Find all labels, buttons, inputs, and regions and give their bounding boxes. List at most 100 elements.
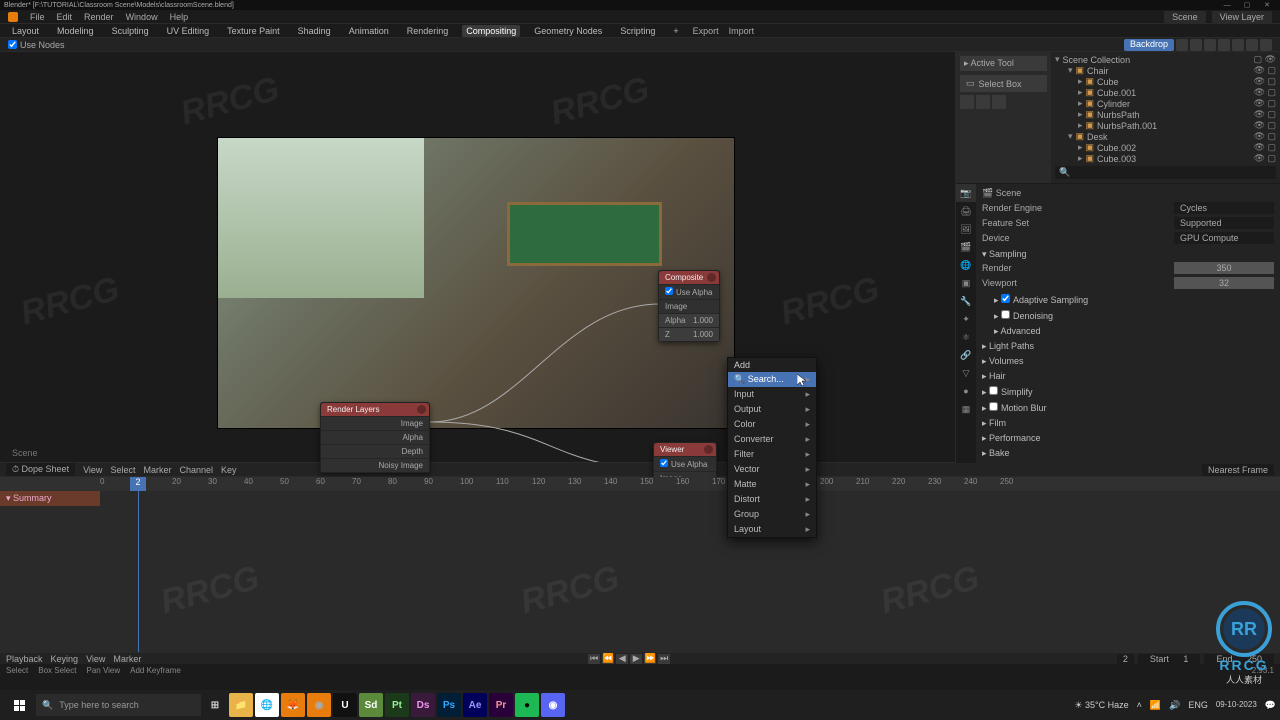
outliner-item[interactable]: ▾▣ Chair👁 ▢ [1051,65,1280,76]
app-spotify[interactable]: ● [515,693,539,717]
mini-icon-3[interactable] [992,95,1006,109]
tab-render[interactable]: 📷 [956,184,976,202]
mini-icon-2[interactable] [976,95,990,109]
node-collapse-icon[interactable] [704,445,713,454]
hdr-icon-5[interactable] [1232,39,1244,51]
prop-section[interactable]: ▸ Denoising [982,308,1274,324]
play-rev-button[interactable]: ◀ [616,654,628,664]
outliner-item[interactable]: ▸▣ Cylinder👁 ▢ [1051,98,1280,109]
add-color[interactable]: Color▸ [728,417,816,432]
prop-section[interactable]: ▸ Volumes [982,354,1274,369]
ws-compositing[interactable]: Compositing [462,25,520,37]
tag-export[interactable]: Export [693,26,719,36]
prop-section[interactable]: ▸ Simplify [982,384,1274,400]
app-unreal[interactable]: U [333,693,357,717]
scene-selector[interactable]: Scene [1164,11,1206,23]
node-composite[interactable]: Composite Use Alpha Image Alpha1.000 Z1.… [658,270,720,342]
ds-view[interactable]: View [83,465,102,475]
tray-wifi-icon[interactable]: 📶 [1150,700,1161,711]
timeline-ruler[interactable]: 0102030405060708090100110120130140150160… [0,477,1280,491]
prev-key-button[interactable]: ⏪ [602,654,614,664]
hdr-icon-2[interactable] [1190,39,1202,51]
node-editor[interactable]: RRCG RRCG RRCG RRCG 人人素材 Render Layers I… [0,52,955,462]
outliner-item[interactable]: ▸▣ Cube.001👁 ▢ [1051,87,1280,98]
outliner-item[interactable]: ▸▣ NurbsPath👁 ▢ [1051,109,1280,120]
socket-image[interactable]: Image [665,302,687,311]
use-nodes-checkbox[interactable] [8,40,17,49]
tray-lang[interactable]: ENG [1188,700,1208,710]
sampling-section[interactable]: Sampling [989,249,1027,259]
render-samples-input[interactable]: 350 [1174,262,1274,274]
current-frame-input[interactable]: 2 [1117,654,1134,664]
backdrop-toggle[interactable]: Backdrop [1124,39,1174,51]
ws-geonodes[interactable]: Geometry Nodes [530,25,606,37]
prop-section[interactable]: ▸ Performance [982,431,1274,446]
hdr-icon-7[interactable] [1260,39,1272,51]
device-select[interactable]: GPU Compute [1174,232,1274,244]
tray-weather[interactable]: ☀ 35°C Haze [1074,700,1128,711]
outliner-item[interactable]: ▸▣ Cube.003👁 ▢ [1051,153,1280,164]
add-output[interactable]: Output▸ [728,402,816,417]
tab-constraint[interactable]: 🔗 [956,346,976,364]
tray-notif-icon[interactable]: 💬 [1265,700,1276,711]
ws-uv[interactable]: UV Editing [163,25,214,37]
socket-noisy[interactable]: Noisy Image [379,461,423,470]
outliner-search[interactable]: 🔍 [1055,166,1276,179]
socket-image[interactable]: Image [401,419,423,428]
taskbar-search[interactable]: 🔍 Type here to search [36,694,201,716]
app-firefox[interactable]: 🦊 [281,693,305,717]
viewlayer-selector[interactable]: View Layer [1212,11,1272,23]
hdr-icon-4[interactable] [1218,39,1230,51]
viewport-samples-input[interactable]: 32 [1174,277,1274,289]
prop-section[interactable]: ▸ Light Paths [982,339,1274,354]
tab-modifier[interactable]: 🔧 [956,292,976,310]
menu-edit[interactable]: Edit [57,12,73,22]
prop-section[interactable]: ▸ Film [982,416,1274,431]
tray-up-icon[interactable]: ˄ [1137,700,1142,710]
app-blender[interactable]: ◉ [307,693,331,717]
use-alpha-checkbox[interactable] [665,287,673,295]
node-collapse-icon[interactable] [707,273,716,282]
tab-viewlayer[interactable]: 🖼 [956,220,976,238]
jump-start-button[interactable]: ⏮ [588,654,600,664]
menu-help[interactable]: Help [170,12,189,22]
snap-select[interactable]: Nearest Frame [1202,464,1274,476]
engine-select[interactable]: Cycles [1174,202,1274,214]
tl-keying[interactable]: Keying [51,654,79,664]
ws-sculpting[interactable]: Sculpting [108,25,153,37]
add-vector[interactable]: Vector▸ [728,462,816,477]
ds-marker[interactable]: Marker [143,465,171,475]
node-render-layers[interactable]: Render Layers Image Alpha Depth Noisy Im… [320,402,430,473]
prop-section[interactable]: ▸ Bake [982,446,1274,461]
tl-view[interactable]: View [86,654,105,664]
node-collapse-icon[interactable] [417,405,426,414]
socket-depth[interactable]: Depth [402,447,423,456]
app-substance[interactable]: Sd [359,693,383,717]
hdr-icon-6[interactable] [1246,39,1258,51]
tray-sound-icon[interactable]: 🔊 [1169,700,1180,711]
app-explorer[interactable]: 📁 [229,693,253,717]
tab-particle[interactable]: ✦ [956,310,976,328]
tab-material[interactable]: ● [956,382,976,400]
socket-alpha[interactable]: Alpha [403,433,423,442]
task-view-icon[interactable]: ⊞ [203,693,227,717]
outliner-item[interactable]: ▾▣ Desk👁 ▢ [1051,131,1280,142]
prop-section[interactable]: ▸ Hair [982,369,1274,384]
add-filter[interactable]: Filter▸ [728,447,816,462]
next-key-button[interactable]: ⏩ [644,654,656,664]
add-converter[interactable]: Converter▸ [728,432,816,447]
use-alpha-checkbox[interactable] [660,459,668,467]
ws-texpaint[interactable]: Texture Paint [223,25,284,37]
editor-type-select[interactable]: ⏱ Dope Sheet [6,463,75,476]
tab-output[interactable]: 🖨 [956,202,976,220]
outliner-item[interactable]: ▸▣ Cube.002👁 ▢ [1051,142,1280,153]
tab-texture[interactable]: ▦ [956,400,976,418]
app-ds[interactable]: Ds [411,693,435,717]
ws-modeling[interactable]: Modeling [53,25,98,37]
ws-anim[interactable]: Animation [345,25,393,37]
ds-key[interactable]: Key [221,465,237,475]
tag-import[interactable]: Import [729,26,755,36]
tab-data[interactable]: ▽ [956,364,976,382]
hdr-icon-3[interactable] [1204,39,1216,51]
app-ps[interactable]: Ps [437,693,461,717]
